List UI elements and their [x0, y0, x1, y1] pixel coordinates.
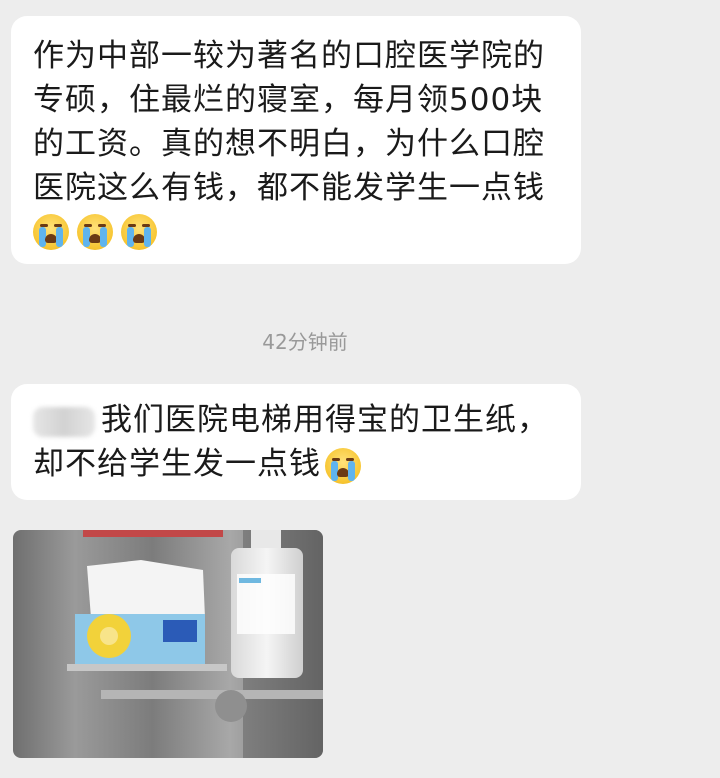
message-1-line-2: 专硕，住最烂的寝室，每月领500块 [33, 82, 544, 118]
redacted-mention-icon [33, 406, 95, 437]
image-attachment[interactable] [13, 530, 323, 758]
message-1-line-3: 的工资。真的想不明白，为什么口腔 [33, 126, 545, 162]
crying-face-icon [77, 214, 113, 250]
tissue-box-photo [13, 530, 323, 758]
message-timestamp: 42分钟前 [262, 330, 348, 354]
crying-face-icon [325, 447, 361, 484]
emoji-row [33, 210, 559, 254]
message-2-line-2-text: 却不给学生发一点钱 [33, 446, 321, 482]
message-bubble-1[interactable]: 作为中部一较为著名的口腔医学院的 专硕，住最烂的寝室，每月领500块 的工资。真… [11, 16, 581, 264]
message-bubble-2[interactable]: 我们医院电梯用得宝的卫生纸， 却不给学生发一点钱 [11, 384, 581, 500]
message-2-line-2: 却不给学生发一点钱 [33, 442, 559, 486]
message-1-line-1: 作为中部一较为著名的口腔医学院的 [33, 38, 545, 74]
crying-face-icon [121, 214, 157, 250]
message-2-line-1: 我们医院电梯用得宝的卫生纸， [33, 398, 559, 442]
crying-face-icon [33, 214, 69, 250]
message-1-line-4: 医院这么有钱，都不能发学生一点钱 [33, 170, 545, 206]
message-2-line-1-text: 我们医院电梯用得宝的卫生纸， [101, 402, 549, 438]
